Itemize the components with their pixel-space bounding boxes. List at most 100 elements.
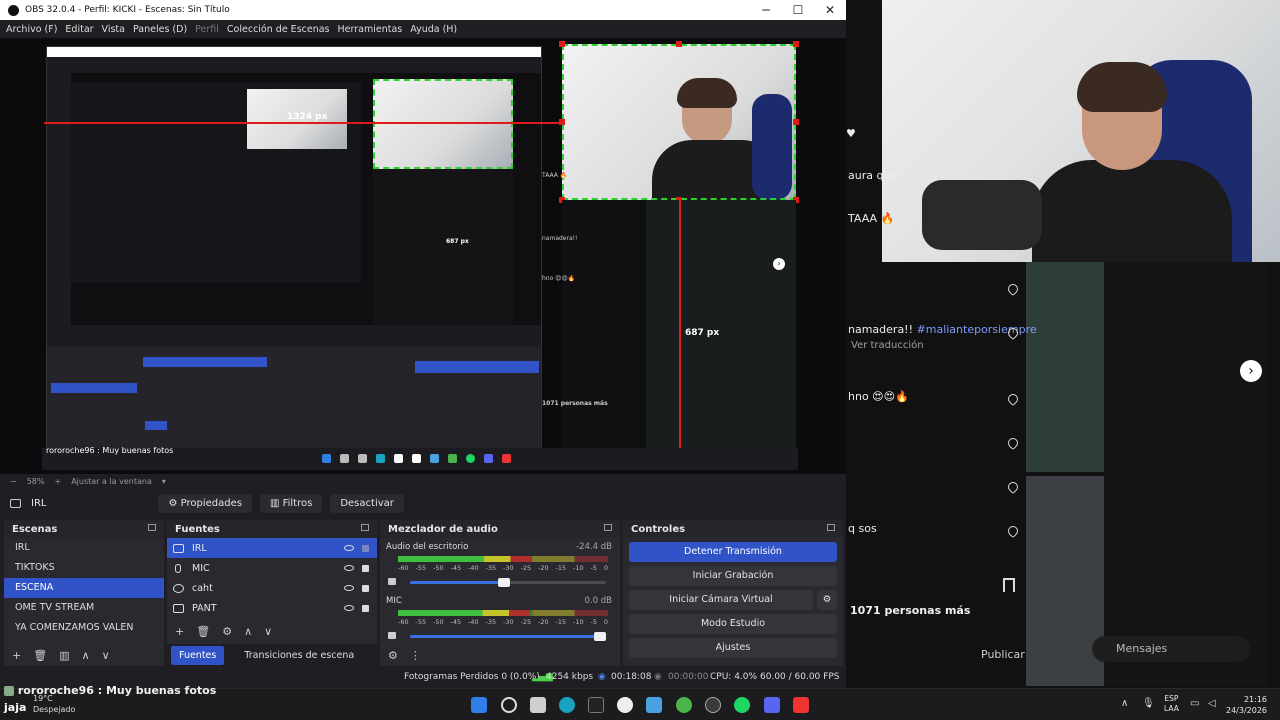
visibility-eye-icon[interactable] — [344, 545, 354, 551]
start-menu-icon[interactable] — [471, 697, 487, 713]
app-icon[interactable] — [705, 697, 721, 713]
source-item-selected[interactable]: IRL — [167, 538, 377, 558]
resize-handle[interactable] — [793, 41, 799, 47]
source-settings-icon[interactable]: ⚙ — [222, 625, 232, 638]
volume-slider[interactable] — [410, 632, 606, 641]
properties-button[interactable]: ⚙ Propiedades — [158, 493, 252, 513]
zoom-mode-dropdown-icon[interactable]: ▾ — [162, 477, 166, 486]
resize-handle[interactable] — [676, 41, 682, 47]
menu-editar[interactable]: Editar — [65, 24, 93, 35]
dock-undock-icon[interactable] — [604, 524, 612, 531]
zoom-in-icon[interactable]: + — [54, 477, 61, 486]
chrome-icon[interactable] — [676, 697, 692, 713]
source-item[interactable]: PANT — [167, 598, 377, 618]
person-body — [1032, 160, 1232, 262]
bookmark-icon[interactable] — [1003, 578, 1015, 592]
visibility-eye-icon[interactable] — [344, 585, 354, 591]
visibility-eye-icon[interactable] — [344, 605, 354, 611]
network-icon[interactable]: ▭ — [1190, 698, 1199, 709]
messages-button[interactable]: Mensajes — [1092, 636, 1250, 662]
see-translation-link[interactable]: Ver traducción — [851, 340, 924, 351]
system-clock[interactable]: 21:16 24/3/2026 — [1226, 694, 1267, 716]
hashtag-link[interactable]: #malianteporsiempre — [917, 323, 1037, 336]
scene-item[interactable]: OME TV STREAM — [4, 598, 164, 618]
discord-icon[interactable] — [764, 697, 780, 713]
disable-button[interactable]: Desactivar — [330, 493, 404, 513]
visibility-eye-icon[interactable] — [344, 565, 354, 571]
lock-icon[interactable] — [362, 564, 369, 572]
start-virtual-camera-button[interactable]: Iniciar Cámara Virtual — [629, 590, 813, 610]
scene-item-selected[interactable]: ESCENA — [4, 578, 164, 598]
add-source-icon[interactable]: + — [175, 625, 184, 638]
zoom-mode[interactable]: Ajustar a la ventana — [71, 477, 152, 486]
move-down-icon[interactable]: ∨ — [264, 625, 272, 638]
minimize-button[interactable]: ─ — [750, 3, 782, 17]
tab-scene-transitions[interactable]: Transiciones de escena — [236, 646, 362, 665]
menu-vista[interactable]: Vista — [102, 24, 125, 35]
menu-ayuda[interactable]: Ayuda (H) — [410, 24, 457, 35]
source-item[interactable]: MIC — [167, 558, 377, 578]
menu-coleccion[interactable]: Colección de Escenas — [227, 24, 330, 35]
move-up-icon[interactable]: ∧ — [244, 625, 252, 638]
camera-icon — [173, 543, 184, 553]
dock-undock-icon[interactable] — [148, 524, 156, 531]
scene-item[interactable]: TIKTOKS — [4, 558, 164, 578]
language-indicator[interactable]: ESP LAA — [1164, 694, 1179, 714]
epic-games-icon[interactable] — [588, 697, 604, 713]
task-view-icon[interactable] — [530, 697, 546, 713]
maximize-button[interactable]: ☐ — [782, 3, 814, 17]
lock-icon[interactable] — [362, 544, 369, 552]
volume-slider[interactable] — [410, 578, 606, 587]
likes-count[interactable]: 1071 personas más — [850, 604, 970, 617]
dock-undock-icon[interactable] — [361, 524, 369, 531]
menu-perfil[interactable]: Perfil — [195, 24, 219, 35]
settings-button[interactable]: Ajustes — [629, 638, 837, 658]
post-thumbnail[interactable] — [1026, 262, 1104, 472]
menu-archivo[interactable]: Archivo (F) — [6, 24, 57, 35]
scene-filters-icon[interactable]: ▥ — [59, 649, 69, 662]
obs-taskbar-icon[interactable] — [617, 697, 633, 713]
search-icon[interactable] — [501, 697, 517, 713]
dock-undock-icon[interactable] — [827, 524, 835, 531]
stream-status-icon: ◉ — [598, 672, 606, 682]
mic-tray-icon[interactable]: 🎙 — [1142, 698, 1155, 709]
source-selection-box[interactable] — [562, 44, 796, 200]
red-app-icon[interactable] — [793, 697, 809, 713]
start-recording-button[interactable]: Iniciar Grabación — [629, 566, 837, 586]
move-down-icon[interactable]: ∨ — [102, 649, 110, 662]
move-up-icon[interactable]: ∧ — [82, 649, 90, 662]
steam-icon[interactable] — [646, 697, 662, 713]
resize-handle[interactable] — [559, 41, 565, 47]
stop-streaming-button[interactable]: Detener Transmisión — [629, 542, 837, 562]
tab-sources[interactable]: Fuentes — [171, 645, 225, 665]
source-item[interactable]: caht — [167, 578, 377, 598]
spotify-icon[interactable] — [734, 697, 750, 713]
lock-icon[interactable] — [362, 604, 369, 612]
volume-icon[interactable]: ◁ — [1208, 698, 1216, 709]
edge-browser-icon[interactable] — [559, 697, 575, 713]
mixer-settings-icon[interactable]: ⚙ — [388, 649, 398, 662]
preview-canvas[interactable]: 1324 px 687 px 687 px TAAA 🔥 namadera!! … — [0, 38, 846, 474]
menu-paneles[interactable]: Paneles (D) — [133, 24, 187, 35]
add-scene-icon[interactable]: + — [12, 649, 21, 662]
close-button[interactable]: ✕ — [814, 3, 846, 17]
publish-button[interactable]: Publicar — [981, 648, 1025, 661]
resize-handle[interactable] — [793, 119, 799, 125]
filters-button[interactable]: ▥ Filtros — [259, 493, 323, 513]
speaker-icon[interactable] — [388, 578, 396, 585]
next-arrow-icon[interactable]: › — [1240, 360, 1262, 382]
studio-mode-button[interactable]: Modo Estudio — [629, 614, 837, 634]
scene-item[interactable]: IRL — [4, 538, 164, 558]
mixer-menu-icon[interactable]: ⋮ — [410, 649, 421, 662]
title-bar[interactable]: OBS 32.0.4 - Perfil: KICKI - Escenas: Si… — [0, 0, 846, 20]
chat-avatar — [4, 686, 14, 696]
remove-scene-icon[interactable]: 🗑 — [33, 649, 47, 662]
scene-item[interactable]: YA COMENZAMOS VALEN — [4, 618, 164, 638]
remove-source-icon[interactable]: 🗑 — [196, 625, 210, 638]
lock-icon[interactable] — [362, 584, 369, 592]
tray-expand-icon[interactable]: ∧ — [1121, 698, 1128, 709]
speaker-icon[interactable] — [388, 632, 396, 639]
virtual-camera-settings-icon[interactable]: ⚙ — [817, 590, 837, 610]
menu-herramientas[interactable]: Herramientas — [338, 24, 403, 35]
zoom-out-icon[interactable]: − — [10, 477, 17, 486]
